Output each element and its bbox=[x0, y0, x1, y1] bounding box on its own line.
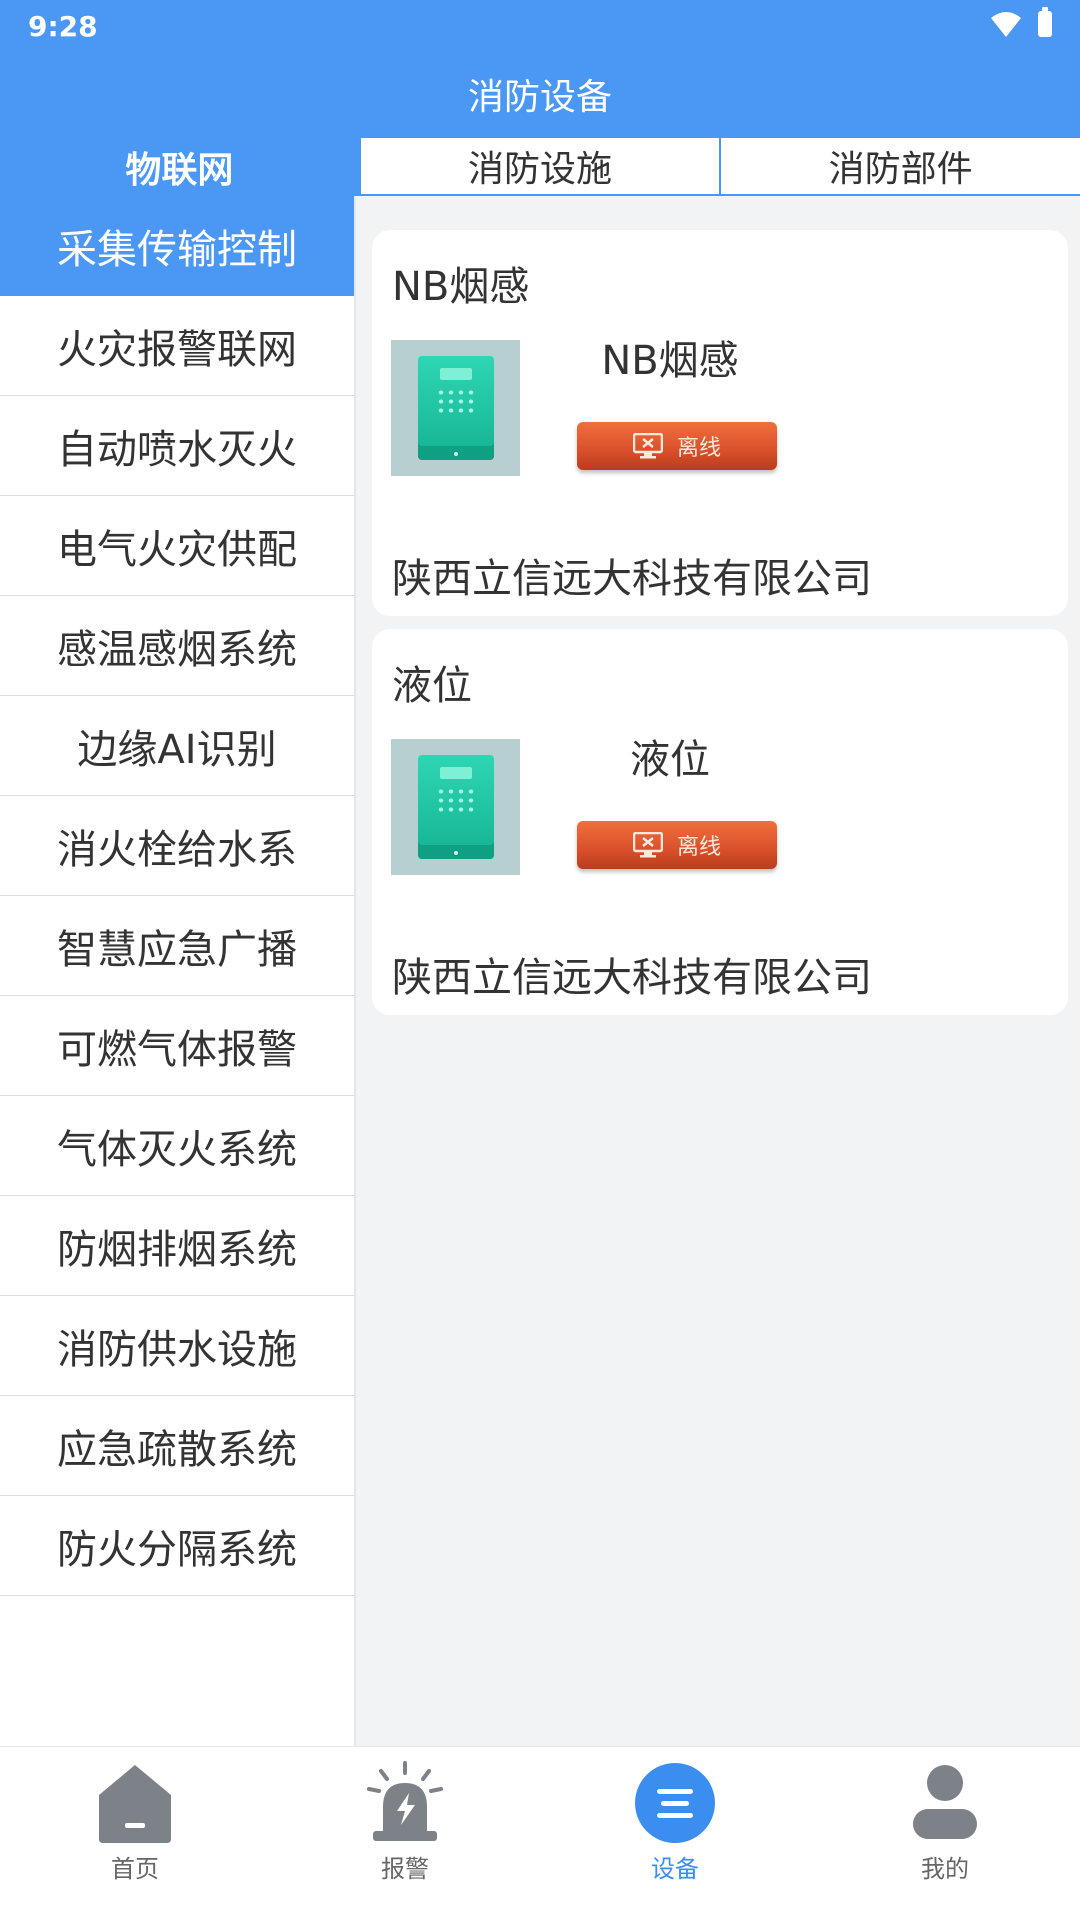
company-name: 陕西立信远大科技有限公司 bbox=[392, 955, 872, 1001]
battery-icon bbox=[1038, 7, 1052, 37]
nav-home[interactable]: 首页 bbox=[0, 1747, 270, 1920]
page-title: 消防设备 bbox=[467, 77, 612, 118]
sidebar-item-gas-alarm[interactable]: 可燃气体报警 bbox=[0, 996, 354, 1096]
bottom-nav: 首页 报警 设备 我的 bbox=[0, 1746, 1080, 1920]
nav-profile-label: 我的 bbox=[921, 1855, 969, 1883]
home-icon bbox=[99, 1765, 171, 1843]
device-thumbnail bbox=[391, 340, 520, 476]
sidebar-item-sprinkler[interactable]: 自动喷水灭火 bbox=[0, 396, 354, 496]
status-icons bbox=[990, 7, 1052, 38]
sidebar-item-edge-ai[interactable]: 边缘AI识别 bbox=[0, 696, 354, 796]
category-tabs: 物联网 消防设施 消防部件 bbox=[0, 138, 1080, 196]
status-label: 离线 bbox=[676, 436, 721, 461]
sidebar-item-gas-extinguish[interactable]: 气体灭火系统 bbox=[0, 1096, 354, 1196]
device-card-title: NB烟感 bbox=[392, 264, 530, 310]
user-icon bbox=[913, 1765, 977, 1839]
sidebar-item-evacuation[interactable]: 应急疏散系统 bbox=[0, 1396, 354, 1496]
nav-alarm[interactable]: 报警 bbox=[270, 1747, 540, 1920]
tab-fire-components[interactable]: 消防部件 bbox=[719, 138, 1080, 196]
sidebar-item-fire-alarm-network[interactable]: 火灾报警联网 bbox=[0, 296, 354, 396]
sidebar-item-heat-smoke[interactable]: 感温感烟系统 bbox=[0, 596, 354, 696]
device-card[interactable]: NB烟感 NB烟感 离线 陕西立信远大科技有限公司 bbox=[372, 230, 1068, 616]
device-card[interactable]: 液位 液位 离线 陕西立信远大科技有限公司 bbox=[372, 629, 1068, 1015]
sidebar-item-electrical-fire[interactable]: 电气火灾供配 bbox=[0, 496, 354, 596]
nav-profile[interactable]: 我的 bbox=[810, 1747, 1080, 1920]
nav-devices-label: 设备 bbox=[651, 1855, 699, 1883]
device-panel-icon bbox=[417, 755, 494, 859]
nav-home-label: 首页 bbox=[111, 1855, 159, 1883]
device-name: NB烟感 bbox=[601, 338, 739, 384]
sidebar-item-collection-transmission[interactable]: 采集传输控制 bbox=[0, 196, 354, 296]
device-name: 液位 bbox=[630, 737, 710, 783]
status-label: 离线 bbox=[676, 835, 721, 860]
device-list-icon bbox=[635, 1763, 715, 1843]
wifi-icon bbox=[991, 12, 1021, 37]
device-list: NB烟感 NB烟感 离线 陕西立信远大科技有限公司 液位 液位 离线 陕西立信远… bbox=[372, 230, 1068, 1028]
company-name: 陕西立信远大科技有限公司 bbox=[392, 556, 872, 602]
device-panel-icon bbox=[417, 356, 494, 460]
device-thumbnail bbox=[391, 739, 520, 875]
sidebar-item-water-supply[interactable]: 消防供水设施 bbox=[0, 1296, 354, 1396]
tab-iot[interactable]: 物联网 bbox=[0, 138, 359, 196]
sidebar: 采集传输控制 火灾报警联网 自动喷水灭火 电气火灾供配 感温感烟系统 边缘AI识… bbox=[0, 196, 356, 1746]
offline-status-button[interactable]: 离线 bbox=[577, 821, 777, 869]
sidebar-item-hydrant[interactable]: 消火栓给水系 bbox=[0, 796, 354, 896]
tab-fire-facilities[interactable]: 消防设施 bbox=[358, 138, 720, 196]
sidebar-item-emergency-broadcast[interactable]: 智慧应急广播 bbox=[0, 896, 354, 996]
alarm-icon bbox=[367, 1761, 443, 1841]
sidebar-item-fire-separation[interactable]: 防火分隔系统 bbox=[0, 1496, 354, 1596]
device-card-title: 液位 bbox=[392, 663, 472, 709]
sidebar-item-smoke-exhaust[interactable]: 防烟排烟系统 bbox=[0, 1196, 354, 1296]
monitor-offline-icon bbox=[632, 832, 663, 858]
status-time: 9:28 bbox=[28, 10, 98, 43]
nav-devices[interactable]: 设备 bbox=[540, 1747, 810, 1920]
offline-status-button[interactable]: 离线 bbox=[577, 422, 777, 470]
nav-alarm-label: 报警 bbox=[381, 1855, 429, 1883]
app-header: 9:28 消防设备 bbox=[0, 0, 1080, 138]
monitor-offline-icon bbox=[632, 433, 663, 459]
